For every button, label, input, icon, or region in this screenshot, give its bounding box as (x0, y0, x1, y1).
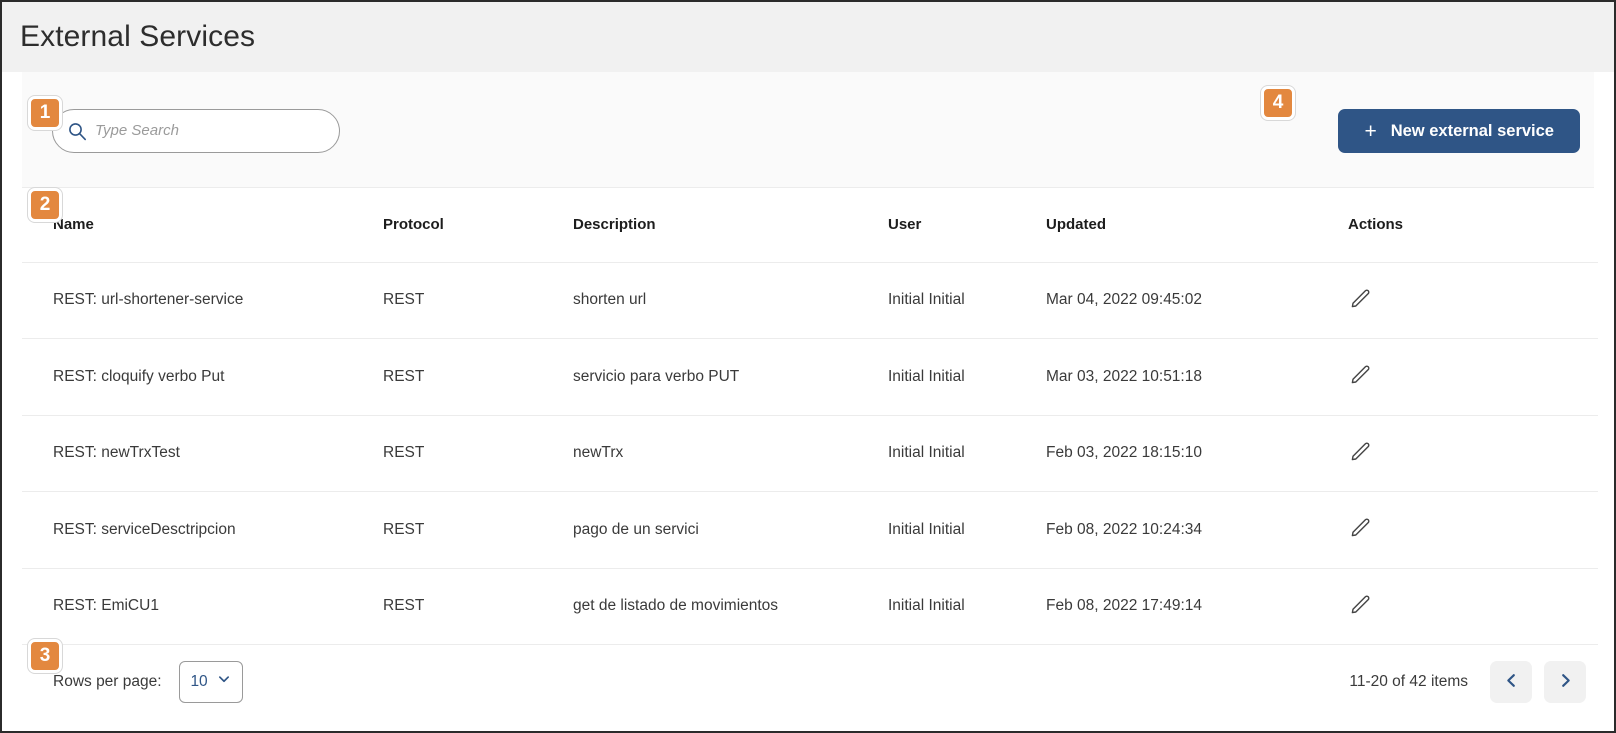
table-body: REST: url-shortener-service REST shorten… (22, 262, 1598, 645)
edit-button[interactable] (1348, 516, 1374, 542)
callout-badge-3: 3 (28, 639, 62, 673)
cell-updated: Mar 04, 2022 09:45:02 (1015, 262, 1317, 339)
table-row[interactable]: REST: url-shortener-service REST shorten… (22, 262, 1598, 339)
cell-description: servicio para verbo PUT (542, 338, 857, 416)
edit-button[interactable] (1348, 592, 1374, 618)
cell-user: Initial Initial (857, 262, 1015, 339)
table-row[interactable]: REST: cloquify verbo Put REST servicio p… (22, 338, 1598, 416)
column-header-protocol[interactable]: Protocol (352, 188, 542, 263)
cell-user: Initial Initial (857, 568, 1015, 645)
cell-description: get de listado de movimientos (542, 568, 857, 645)
column-header-user[interactable]: User (857, 188, 1015, 263)
table-row[interactable]: REST: newTrxTest REST newTrx Initial Ini… (22, 415, 1598, 492)
search-box[interactable] (52, 108, 340, 153)
rows-per-page-select[interactable]: 10 (178, 660, 243, 703)
services-card: + New external service Name Protocol Des… (22, 72, 1598, 731)
pagination: 11-20 of 42 items (1349, 660, 1586, 703)
edit-pencil-icon (1349, 439, 1373, 466)
cell-actions (1317, 415, 1598, 492)
edit-pencil-icon (1349, 592, 1373, 619)
pagination-info: 11-20 of 42 items (1349, 672, 1468, 690)
cell-name: REST: EmiCU1 (22, 568, 352, 645)
chevron-right-icon (1557, 672, 1574, 692)
cell-protocol: REST (352, 568, 542, 645)
rows-per-page-group: Rows per page: 10 (53, 660, 243, 703)
cell-description: shorten url (542, 262, 857, 339)
edit-button[interactable] (1348, 286, 1374, 312)
table-header: Name Protocol Description User Updated A… (22, 188, 1598, 263)
cell-name: REST: newTrxTest (22, 415, 352, 492)
cell-actions (1317, 491, 1598, 569)
rows-per-page-value: 10 (190, 672, 208, 690)
cell-name: REST: cloquify verbo Put (22, 338, 352, 416)
cell-name: REST: serviceDesctripcion (22, 491, 352, 569)
edit-pencil-icon (1349, 362, 1373, 389)
chevron-left-icon (1503, 672, 1520, 692)
cell-user: Initial Initial (857, 415, 1015, 492)
rows-per-page-label: Rows per page: (53, 672, 162, 690)
cell-updated: Feb 08, 2022 10:24:34 (1015, 491, 1317, 569)
edit-pencil-icon (1349, 286, 1373, 313)
page-header: External Services (2, 2, 1614, 72)
column-header-updated[interactable]: Updated (1015, 188, 1317, 263)
callout-badge-1: 1 (28, 96, 62, 130)
previous-page-button[interactable] (1490, 660, 1532, 703)
search-input[interactable] (95, 122, 325, 139)
cell-protocol: REST (352, 262, 542, 339)
edit-pencil-icon (1349, 515, 1373, 542)
table-row[interactable]: REST: EmiCU1 REST get de listado de movi… (22, 568, 1598, 645)
cell-actions (1317, 568, 1598, 645)
edit-button[interactable] (1348, 439, 1374, 465)
new-external-service-label: New external service (1390, 121, 1554, 140)
cell-protocol: REST (352, 338, 542, 416)
table-toolbar: + New external service (22, 72, 1594, 188)
cell-user: Initial Initial (857, 491, 1015, 569)
cell-name: REST: url-shortener-service (22, 262, 352, 339)
new-external-service-button[interactable]: + New external service (1338, 109, 1580, 153)
callout-badge-4: 4 (1261, 86, 1295, 120)
column-header-description[interactable]: Description (542, 188, 857, 263)
chevron-down-icon (217, 672, 231, 691)
cell-description: newTrx (542, 415, 857, 492)
app-window: External Services + New external service (0, 0, 1616, 733)
cell-updated: Feb 03, 2022 18:15:10 (1015, 415, 1317, 492)
next-page-button[interactable] (1544, 660, 1586, 703)
table-footer: Rows per page: 10 11-20 of 42 items (22, 645, 1594, 718)
table-row[interactable]: REST: serviceDesctripcion REST pago de u… (22, 491, 1598, 569)
cell-actions (1317, 262, 1598, 339)
cell-description: pago de un servici (542, 491, 857, 569)
column-header-name[interactable]: Name (22, 188, 352, 263)
column-header-actions: Actions (1317, 188, 1598, 263)
search-icon (67, 121, 87, 141)
services-table: Name Protocol Description User Updated A… (22, 188, 1598, 645)
cell-protocol: REST (352, 491, 542, 569)
table-header-row: Name Protocol Description User Updated A… (22, 188, 1598, 263)
callout-badge-2: 2 (28, 188, 62, 222)
cell-updated: Feb 08, 2022 17:49:14 (1015, 568, 1317, 645)
cell-protocol: REST (352, 415, 542, 492)
plus-icon: + (1364, 119, 1377, 143)
cell-user: Initial Initial (857, 338, 1015, 416)
page-title: External Services (20, 20, 256, 53)
edit-button[interactable] (1348, 363, 1374, 389)
cell-updated: Mar 03, 2022 10:51:18 (1015, 338, 1317, 416)
cell-actions (1317, 338, 1598, 416)
